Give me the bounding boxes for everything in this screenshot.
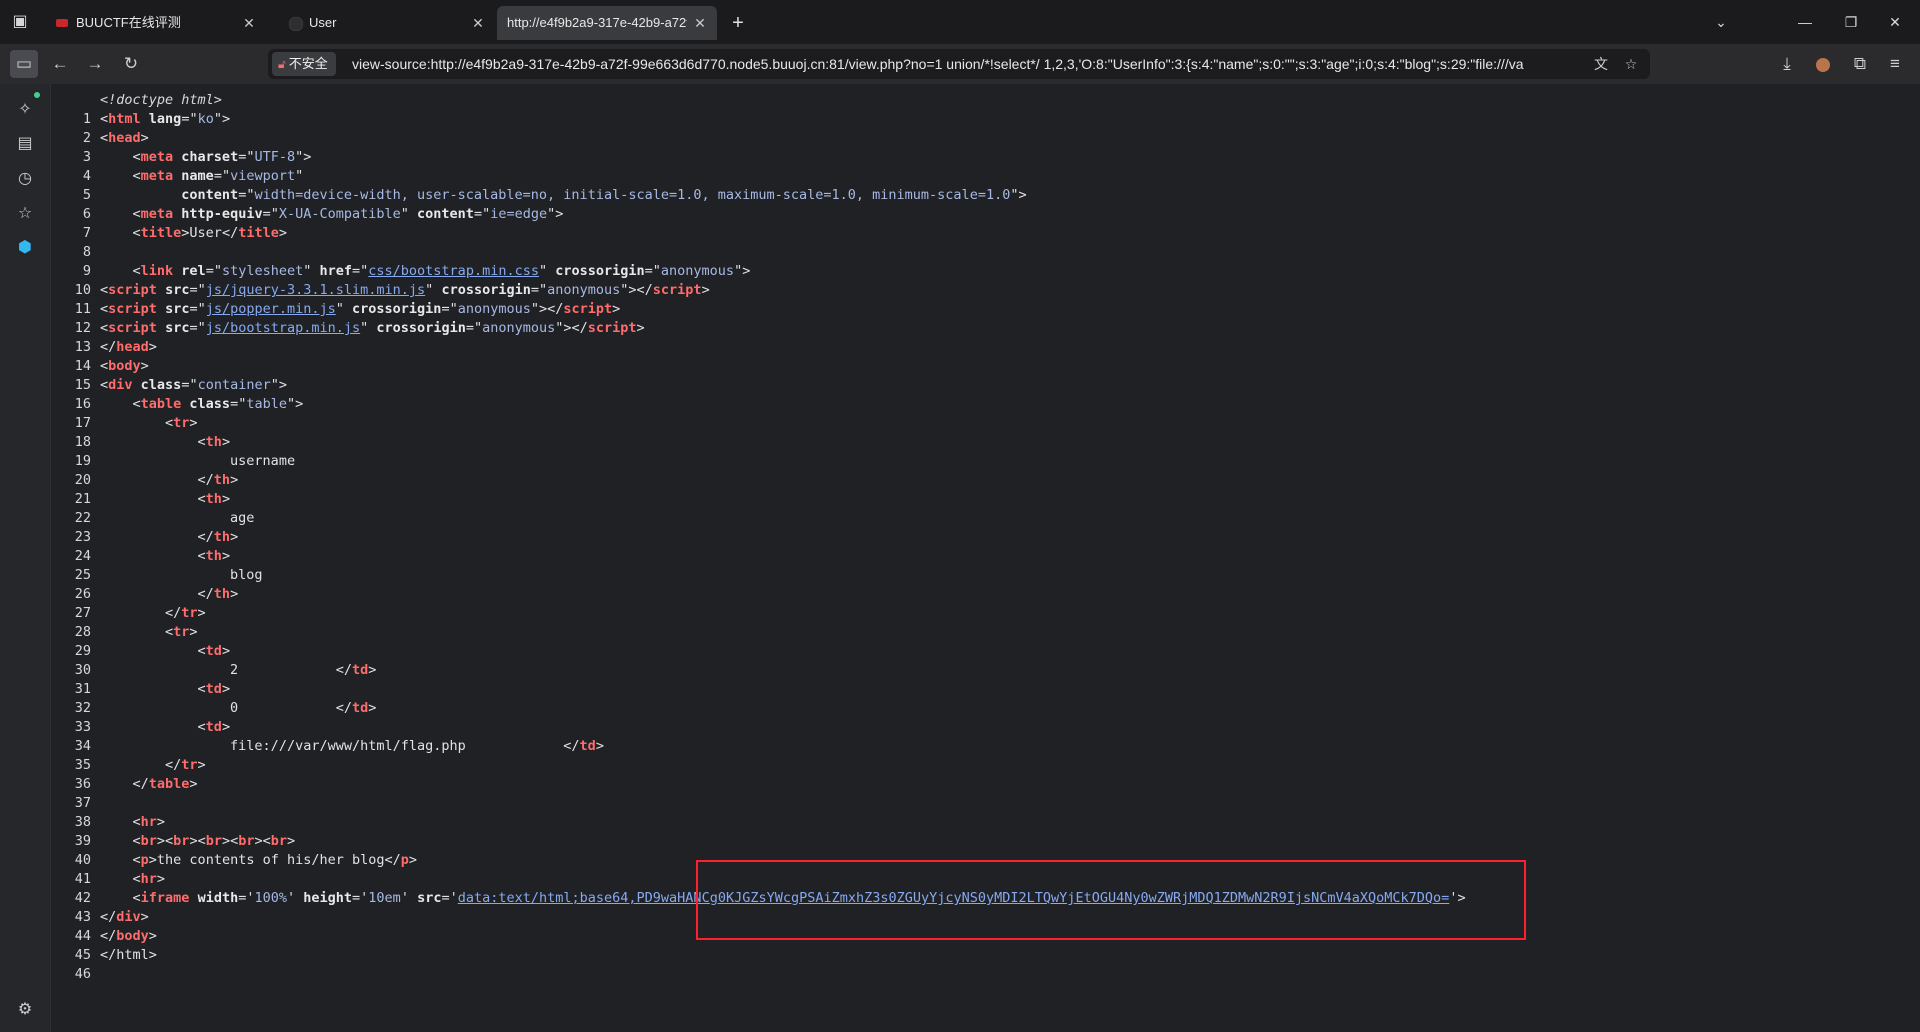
source-line: 31 2 </td> [74,662,377,697]
source-line: 3 <head> [82,130,149,165]
source-link[interactable]: js/popper.min.js [206,301,336,317]
history-icon[interactable]: ◷ [13,167,37,191]
minimize-icon[interactable]: — [1790,8,1820,36]
source-line: 29 <tr> [74,624,198,659]
annotation-highlight-box [696,860,1526,940]
source-line: 40 <br><br><br><br><br> [74,833,296,868]
notification-dot [34,92,40,98]
source-line: 1 <!doctype html> [82,92,222,127]
source-line: 18 <tr> [74,415,198,450]
url-text[interactable]: view-source:http://e4f9b2a9-317e-42b9-a7… [352,49,1580,79]
tab-strip: ▣ BUUCTF在线评测 ✕ User ✕ http://e4f9b2a9-31… [0,0,1920,44]
favorites-star-icon[interactable]: ☆ [13,202,37,226]
source-line: 38 [74,814,91,830]
view-source-content: 1 <!doctype html> 2 <html lang="ko"> 3 <hea… [51,84,1920,1032]
source-line: 9 [82,263,91,279]
source-line: 8 <title>User</title> [82,225,287,260]
address-bar[interactable]: 🔓︎ 不安全 view-source:http://e4f9b2a9-317e-4… [268,49,1650,79]
source-line: 10 <link rel="stylesheet" href="css/boot… [74,263,751,298]
close-icon[interactable]: ✕ [469,14,487,32]
copilot-sparkle-icon[interactable]: ✧ [13,98,37,122]
source-line: 12 <script src="js/popper.min.js" crossor… [74,301,621,336]
doctype: <!doctype html> [100,92,222,108]
translate-icon[interactable]: 文 [1590,53,1612,75]
tab-view-source[interactable]: http://e4f9b2a9-317e-42b9-a72f ✕ [497,6,717,40]
source-line: 30 <td> [74,643,231,678]
source-line: 6 content="width=device-width, user-scal… [82,187,1027,222]
source-line: 46 </html> [74,947,157,982]
security-label: 不安全 [288,56,328,71]
source-line: 25 <th> [74,548,231,583]
source-link[interactable]: js/bootstrap.min.js [206,320,360,336]
forward-arrow-icon[interactable]: → [81,50,109,78]
tab-label: BUUCTF在线评测 [76,15,181,30]
blank-page-icon [289,17,303,31]
tab-overview-icon[interactable]: ▣ [8,10,32,34]
browser-sidebar: ✧ ▤ ◷ ☆ ⬢ ⚙ [0,84,51,1032]
source-line: 33 0 </td> [74,700,377,735]
menu-icon[interactable]: ≡ [1881,50,1909,78]
source-line: 22 <th> [74,491,231,526]
navigation-toolbar: ▭ ← → ↻ 🔓︎ 不安全 view-source:http://e4f9b2a… [0,44,1920,84]
source-line: 14 </head> [74,339,157,374]
source-line: 26 blog [74,567,263,602]
source-line: 20 username [74,453,296,488]
tab-user[interactable]: User ✕ [277,6,495,40]
source-line: 7 <meta http-equiv="X-UA-Compatible" con… [82,206,564,241]
reload-icon[interactable]: ↻ [117,50,145,78]
window-close-icon[interactable]: ✕ [1880,8,1910,36]
extension-avatar-icon[interactable] [1809,50,1837,78]
source-line: 11 <script src="js/jquery-3.3.1.slim.min.… [74,282,710,317]
tab-list-chevron-down-icon[interactable]: ⌄ [1706,8,1736,36]
source-line: 21 </th> [74,472,239,507]
source-line: 2 <html lang="ko"> [82,111,231,146]
source-link[interactable]: js/jquery-3.3.1.slim.min.js [206,282,425,298]
tab-label: http://e4f9b2a9-317e-42b9-a72f [507,15,687,30]
source-line: 36 </tr> [74,757,206,792]
source-link[interactable]: css/bootstrap.min.css [368,263,539,279]
source-line: 23 age [74,510,255,545]
source-line: 34 <td> [74,719,231,754]
new-tab-icon[interactable]: + [725,10,751,36]
source-line: 35 file:///var/www/html/flag.php </td> [74,738,604,773]
source-line: 15 <body> [74,358,149,393]
source-line: 27 </th> [74,586,239,621]
source-line: 39 <hr> [74,814,166,849]
tab-buuctf[interactable]: BUUCTF在线评测 ✕ [44,6,266,40]
source-line: 17 <table class="table"> [74,396,304,431]
sidebar-toggle-icon[interactable]: ▭ [10,50,38,78]
source-line: 13 <script src="js/bootstrap.min.js" cros… [74,320,645,355]
tab-label: User [309,15,337,30]
source-line: 32 <td> [74,681,231,716]
source-line: 28 </tr> [74,605,206,640]
source-line: 16 <div class="container"> [74,377,287,412]
source-line: 4 <meta charset="UTF-8"> [82,149,312,184]
restore-icon[interactable]: ❐ [1836,8,1866,36]
close-icon[interactable]: ✕ [691,14,709,32]
security-indicator[interactable]: 🔓︎ 不安全 [272,52,336,76]
source-line: 19 <th> [74,434,231,469]
download-icon[interactable]: ⤓ [1773,50,1801,78]
settings-gear-icon[interactable]: ⚙ [13,998,37,1022]
extensions-puzzle-icon[interactable]: ⧉ [1846,50,1874,78]
star-bookmark-icon[interactable]: ☆ [1620,53,1642,75]
warning-lock-icon: 🔓︎ [278,57,286,71]
back-arrow-icon[interactable]: ← [46,50,74,78]
source-line: 5 <meta name="viewport" [82,168,304,203]
buuctf-icon [56,19,68,27]
collections-icon[interactable]: ▤ [13,132,37,156]
source-line: 37 </table> [74,776,198,811]
app-hexagon-icon[interactable]: ⬢ [13,236,37,260]
close-icon[interactable]: ✕ [240,14,258,32]
source-line: 24 </th> [74,529,239,564]
